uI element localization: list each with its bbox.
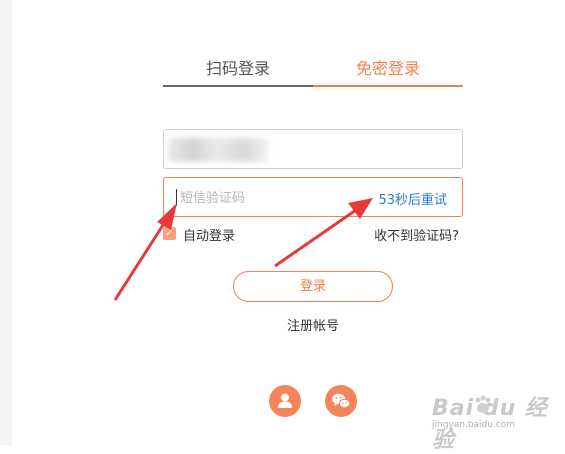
sms-code-input[interactable] [178, 186, 352, 210]
no-code-help-link[interactable]: 收不到验证码? [374, 225, 459, 244]
arrow-to-code-input [113, 203, 177, 301]
tab-qr-login[interactable]: 扫码登录 [163, 55, 313, 87]
account-login-button[interactable] [269, 385, 301, 417]
auto-login-row: ✓ 自动登录 收不到验证码? [163, 225, 463, 244]
text-caret [176, 189, 177, 206]
phone-number-field[interactable] [163, 129, 463, 169]
wechat-icon [332, 393, 351, 409]
watermark-url: jingyan.baidu.com [432, 420, 516, 430]
login-button[interactable]: 登录 [233, 271, 393, 302]
wechat-login-button[interactable] [325, 385, 357, 417]
auto-login-label: 自动登录 [183, 229, 236, 244]
login-tabs: 扫码登录 免密登录 [163, 55, 463, 87]
register-account-link[interactable]: 注册帐号 [263, 315, 363, 334]
tab-sms-login[interactable]: 免密登录 [313, 55, 463, 87]
resend-countdown-link[interactable]: 53秒后重试 [378, 189, 447, 208]
account-icon [278, 393, 292, 408]
baidu-paw-icon [475, 395, 491, 413]
auto-login-checkbox[interactable]: ✓ [163, 227, 176, 240]
left-gray-strip [0, 0, 12, 445]
baidu-jingyan-watermark: Bai du 经验 jingyan.baidu.com [432, 388, 562, 453]
redacted-phone-number [168, 138, 268, 162]
sms-code-field[interactable]: 53秒后重试 [163, 177, 463, 217]
checkmark-icon: ✓ [165, 228, 174, 239]
